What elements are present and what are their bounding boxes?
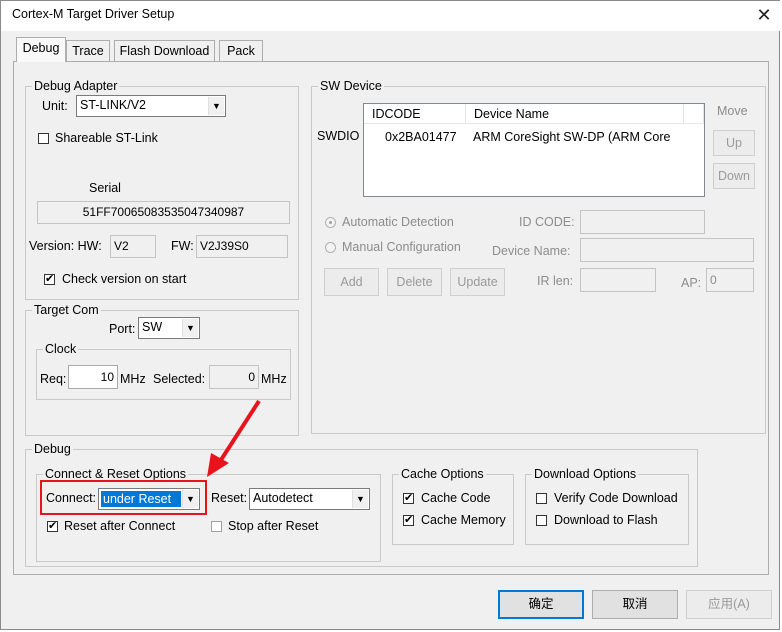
shareable-label: Shareable ST-Link — [55, 131, 158, 145]
manual-configuration-radio[interactable] — [325, 242, 336, 253]
column-header-idcode[interactable]: IDCODE — [364, 104, 466, 124]
update-button[interactable]: Update — [450, 268, 505, 296]
shareable-checkbox[interactable] — [38, 133, 49, 144]
tab-flash-download[interactable]: Flash Download — [114, 40, 215, 61]
reset-after-connect-checkbox[interactable]: ✔ — [47, 521, 58, 532]
check-version-checkbox[interactable]: ✔ — [44, 274, 55, 285]
serial-label: Serial — [89, 181, 121, 195]
row-idcode: 0x2BA01477 — [385, 130, 457, 144]
download-to-flash-checkbox[interactable] — [536, 515, 547, 526]
delete-button[interactable]: Delete — [387, 268, 442, 296]
unit-select[interactable]: ST-LINK/V2 ▼ — [76, 95, 226, 117]
req-unit: MHz — [120, 372, 146, 386]
cache-memory-checkbox[interactable]: ✔ — [403, 515, 414, 526]
tab-trace[interactable]: Trace — [66, 40, 110, 61]
selected-field: 0 — [209, 365, 259, 389]
automatic-detection-radio[interactable] — [325, 217, 336, 228]
ir-len-label: IR len: — [537, 274, 574, 288]
hw-version-field: V2 — [110, 235, 156, 258]
req-label: Req: — [40, 372, 67, 386]
close-icon[interactable]: ✕ — [749, 2, 779, 28]
cache-options-legend: Cache Options — [401, 467, 484, 481]
fw-version-field: V2J39S0 — [196, 235, 288, 258]
chevron-down-icon: ▼ — [352, 490, 368, 508]
target-com-legend: Target Com — [34, 303, 99, 317]
debug-options-legend: Debug — [34, 442, 71, 456]
row-device-name: ARM CoreSight SW-DP (ARM Core — [473, 130, 671, 144]
ap-field: 0 — [706, 268, 754, 292]
manual-configuration-label: Manual Configuration — [342, 240, 461, 254]
cache-memory-label: Cache Memory — [421, 513, 506, 527]
swdio-label: SWDIO — [317, 129, 360, 143]
serial-field: 51FF70065083535047340987 — [37, 201, 290, 224]
chevron-down-icon: ▼ — [182, 319, 198, 337]
download-options-legend: Download Options — [534, 467, 637, 481]
chevron-down-icon: ▼ — [208, 97, 224, 115]
column-header-filler — [684, 104, 704, 124]
add-button[interactable]: Add — [324, 268, 379, 296]
fw-label: FW: — [171, 239, 194, 253]
unit-label: Unit: — [42, 99, 68, 113]
clock-legend: Clock — [45, 342, 77, 356]
stop-after-reset-label: Stop after Reset — [228, 519, 319, 533]
verify-code-download-checkbox[interactable] — [536, 493, 547, 504]
stop-after-reset-checkbox[interactable] — [211, 521, 222, 532]
dialog-window: Cortex-M Target Driver Setup ✕ Debug Tra… — [0, 0, 781, 630]
ap-label: AP: — [681, 276, 702, 290]
window-title: Cortex-M Target Driver Setup — [12, 7, 175, 21]
sw-device-legend: SW Device — [320, 79, 382, 93]
sw-device-table[interactable]: IDCODE Device Name 0x2BA01477 ARM CoreSi… — [363, 103, 705, 197]
title-bar[interactable]: Cortex-M Target Driver Setup ✕ — [1, 1, 781, 31]
unit-value: ST-LINK/V2 — [80, 98, 146, 112]
device-name-field — [580, 238, 754, 262]
debug-adapter-legend: Debug Adapter — [34, 79, 118, 93]
reset-after-connect-label: Reset after Connect — [64, 519, 176, 533]
selected-unit: MHz — [261, 372, 287, 386]
port-select[interactable]: SW ▼ — [138, 317, 200, 339]
reset-value: Autodetect — [253, 491, 313, 505]
down-button[interactable]: Down — [713, 163, 755, 189]
verify-code-download-label: Verify Code Download — [554, 491, 678, 505]
version-hw-label: Version: HW: — [29, 239, 102, 253]
tab-debug[interactable]: Debug — [16, 37, 66, 62]
cache-code-label: Cache Code — [421, 491, 491, 505]
red-arrow-icon — [207, 399, 261, 477]
port-label: Port: — [109, 322, 136, 336]
device-name-label: Device Name: — [492, 244, 571, 258]
tab-pack[interactable]: Pack — [219, 40, 263, 61]
ok-button[interactable]: 确定 — [498, 590, 584, 619]
reset-label: Reset: — [211, 491, 248, 505]
ir-len-field — [580, 268, 656, 292]
move-label: Move — [717, 104, 748, 118]
up-button[interactable]: Up — [713, 130, 755, 156]
port-value: SW — [142, 320, 163, 334]
automatic-detection-label: Automatic Detection — [342, 215, 454, 229]
table-row[interactable]: 0x2BA01477 ARM CoreSight SW-DP (ARM Core — [364, 126, 704, 146]
download-options-group: Download Options — [525, 468, 689, 545]
cache-code-checkbox[interactable]: ✔ — [403, 493, 414, 504]
reset-select[interactable]: Autodetect ▼ — [249, 488, 370, 510]
id-code-field — [580, 210, 705, 234]
selected-label: Selected: — [153, 372, 206, 386]
column-header-device-name[interactable]: Device Name — [466, 104, 684, 124]
cancel-button[interactable]: 取消 — [592, 590, 678, 619]
highlight-box — [40, 480, 207, 515]
id-code-label: ID CODE: — [519, 215, 575, 229]
check-version-label: Check version on start — [62, 272, 187, 286]
req-input[interactable]: 10 — [68, 365, 118, 389]
download-to-flash-label: Download to Flash — [554, 513, 658, 527]
apply-button[interactable]: 应用(A) — [686, 590, 772, 619]
cache-options-group: Cache Options — [392, 468, 514, 545]
